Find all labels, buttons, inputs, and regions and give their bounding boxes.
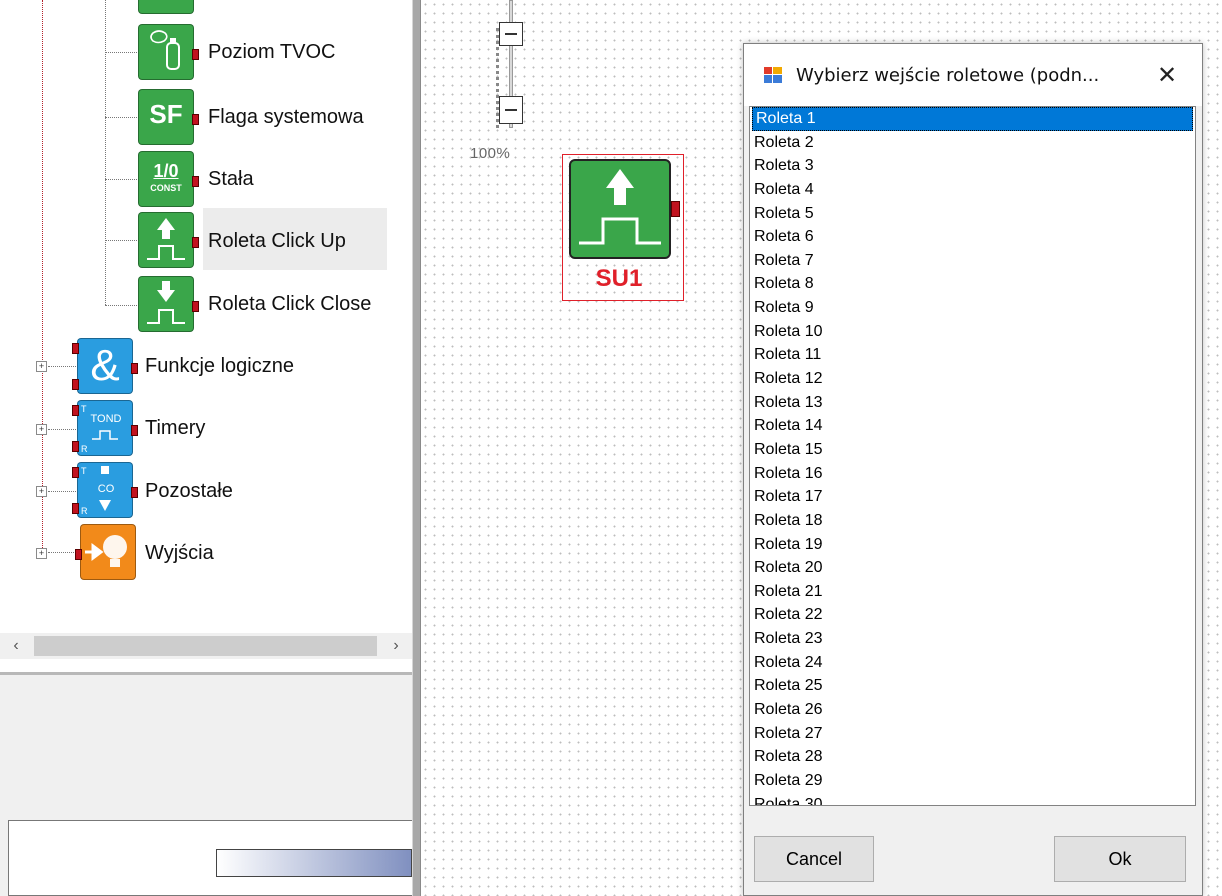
tree-item-label[interactable]: Roleta Click Up [208,229,346,253]
tree-connector [48,429,76,430]
list-item[interactable]: Roleta 12 [750,367,1195,391]
blind-click-up-icon[interactable] [138,212,199,268]
tree-group-label[interactable]: Funkcje logiczne [145,354,294,378]
constant-icon[interactable]: 1/0 CONST [138,151,199,207]
logic-and-icon-text: & [90,341,120,390]
tree-branch-line [105,0,106,305]
list-item[interactable]: Roleta 8 [750,272,1195,296]
tree-root-line [42,0,43,552]
tree-group-label[interactable]: Timery [145,416,205,440]
list-item[interactable]: Roleta 17 [750,485,1195,509]
tree-connector [48,366,76,367]
tree-connector [48,552,76,553]
blind-click-up-icon[interactable] [569,159,671,259]
tree-connector [105,305,137,306]
list-item[interactable]: Roleta 26 [750,698,1195,722]
zoom-level-label: 100% [470,145,511,162]
svg-text:R: R [81,506,88,516]
list-item[interactable]: Roleta 10 [750,320,1195,344]
scroll-right-icon[interactable]: › [386,636,406,656]
air-quality-sensor-icon[interactable] [138,24,199,80]
expand-icon[interactable]: + [36,548,47,559]
list-item[interactable]: Roleta 20 [750,556,1195,580]
list-item[interactable]: Roleta 22 [750,603,1195,627]
list-item[interactable]: Roleta 19 [750,533,1195,557]
tree-item-icon-partial[interactable] [138,0,194,14]
constant-icon-subtext: CONST [150,183,182,193]
zoom-out-button[interactable] [499,96,523,124]
tree-connector [105,179,137,180]
list-item[interactable]: Roleta 2 [750,131,1195,155]
list-item[interactable]: Roleta 29 [750,769,1195,793]
block-name-label: SU1 [595,265,643,292]
cancel-button[interactable]: Cancel [754,836,874,882]
system-flag-icon-text: SF [149,99,183,129]
list-item[interactable]: Roleta 3 [750,154,1195,178]
list-item[interactable]: Roleta 16 [750,462,1195,486]
list-item[interactable]: Roleta 6 [750,225,1195,249]
list-item[interactable]: Roleta 11 [750,343,1195,367]
timer-icon[interactable]: TOND T R [72,400,138,456]
scroll-left-icon[interactable]: ‹ [6,636,26,656]
block-output-port[interactable] [671,201,680,217]
other-icon[interactable]: CO T R [72,462,138,518]
list-item[interactable]: Roleta 23 [750,627,1195,651]
list-item[interactable]: Roleta 1 [752,107,1193,131]
tree-item-label[interactable]: Flaga systemowa [208,105,364,129]
list-item[interactable]: Roleta 27 [750,722,1195,746]
expand-icon[interactable]: + [36,424,47,435]
svg-text:T: T [81,466,87,476]
list-item[interactable]: Roleta 25 [750,674,1195,698]
list-item[interactable]: Roleta 9 [750,296,1195,320]
select-blind-input-dialog: Wybierz wejście roletowe (podn... ✕ Role… [743,43,1203,896]
zoom-slider-thumb[interactable] [499,22,523,46]
list-item[interactable]: Roleta 14 [750,414,1195,438]
app-window-icon [764,67,782,83]
tree-horizontal-scrollbar[interactable]: ‹ › [0,633,412,659]
canvas-block-su1[interactable]: SU1 [562,154,684,301]
list-item[interactable]: Roleta 13 [750,391,1195,415]
list-item[interactable]: Roleta 15 [750,438,1195,462]
list-item[interactable]: Roleta 28 [750,745,1195,769]
list-item[interactable]: Roleta 21 [750,580,1195,604]
svg-text:T: T [81,404,87,414]
overview-viewport[interactable] [216,849,412,877]
dialog-title: Wybierz wejście roletowe (podn... [796,65,1100,86]
tree-item-label[interactable]: Stała [208,167,254,191]
list-item[interactable]: Roleta 7 [750,249,1195,273]
toolbox-tree-panel: Poziom TVOC SF Flaga systemowa 1/0 CONST… [0,0,412,896]
tree-item-label[interactable]: Roleta Click Close [208,292,371,316]
list-item[interactable]: Roleta 4 [750,178,1195,202]
constant-icon-text: 1/0 [153,161,179,181]
expand-icon[interactable]: + [36,361,47,372]
svg-text:R: R [81,444,88,454]
ok-button[interactable]: Ok [1054,836,1186,882]
tree-group-label[interactable]: Pozostałe [145,479,233,503]
tree-item-label[interactable]: Poziom TVOC [208,40,335,64]
dialog-titlebar[interactable]: Wybierz wejście roletowe (podn... ✕ [744,44,1202,106]
scrollbar-thumb[interactable] [34,636,377,656]
tree-connector [105,52,137,53]
tree-group-label[interactable]: Wyjścia [145,541,214,565]
list-item[interactable]: Roleta 18 [750,509,1195,533]
logic-and-icon[interactable]: & [72,338,138,394]
tree-connector [105,117,137,118]
tree-connector [48,491,76,492]
close-icon[interactable]: ✕ [1144,56,1190,96]
blind-input-listbox[interactable]: Roleta 1 Roleta 2 Roleta 3 Roleta 4 Roleta 5… [749,106,1196,806]
blind-click-close-icon[interactable] [138,276,199,332]
panel-splitter[interactable] [412,0,421,896]
expand-icon[interactable]: + [36,486,47,497]
tree-connector [105,240,137,241]
output-light-icon[interactable] [75,524,136,580]
list-item[interactable]: Roleta 30 [750,793,1195,805]
system-flag-icon[interactable]: SF [138,89,199,145]
list-item[interactable]: Roleta 24 [750,651,1195,675]
list-item[interactable]: Roleta 5 [750,202,1195,226]
